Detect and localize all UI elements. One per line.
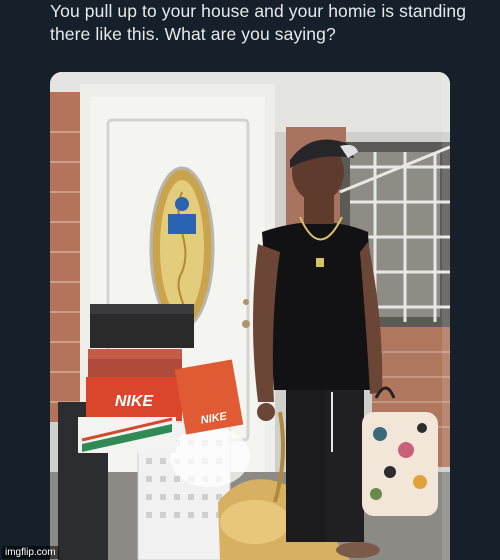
brick-wall-left xyxy=(50,92,82,422)
nike-box-label: NIKE xyxy=(115,393,155,410)
post-caption: You pull up to your house and your homie… xyxy=(50,1,467,44)
meme-photo: NIKE NIKE xyxy=(50,72,450,560)
watermark: imgflip.com xyxy=(2,546,59,559)
door-sign xyxy=(168,214,196,234)
doorknob xyxy=(242,320,250,328)
